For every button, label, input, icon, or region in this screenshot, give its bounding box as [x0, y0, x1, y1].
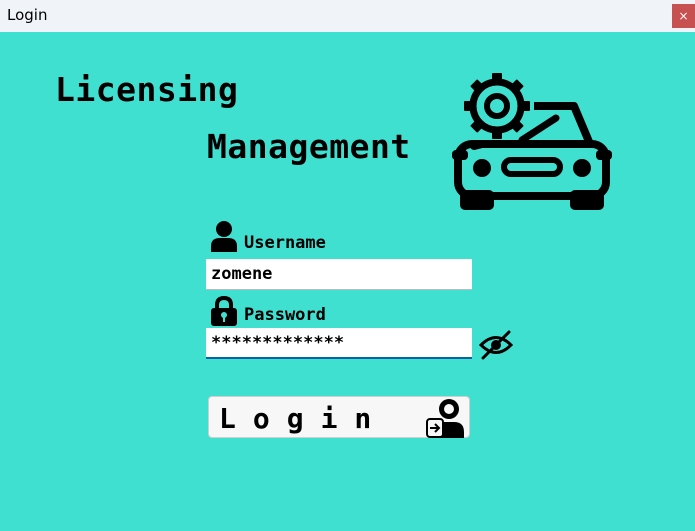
- close-button[interactable]: ×: [672, 4, 695, 28]
- login-button-label: Login: [219, 402, 389, 435]
- login-button[interactable]: Login: [208, 396, 470, 438]
- username-label: Username: [244, 233, 326, 253]
- password-input[interactable]: [206, 328, 472, 359]
- login-user-icon: [426, 399, 464, 438]
- app-title-line1: Licensing: [55, 70, 239, 109]
- lock-icon: [211, 296, 237, 326]
- title-bar: Login ×: [0, 0, 695, 32]
- app-title-line2: Management: [207, 127, 411, 166]
- user-icon: [211, 221, 237, 252]
- username-input[interactable]: [206, 259, 472, 290]
- window-title: Login: [7, 6, 48, 24]
- car-gear-icon: [452, 73, 612, 210]
- eye-slash-icon[interactable]: [479, 329, 513, 361]
- password-label: Password: [244, 305, 326, 325]
